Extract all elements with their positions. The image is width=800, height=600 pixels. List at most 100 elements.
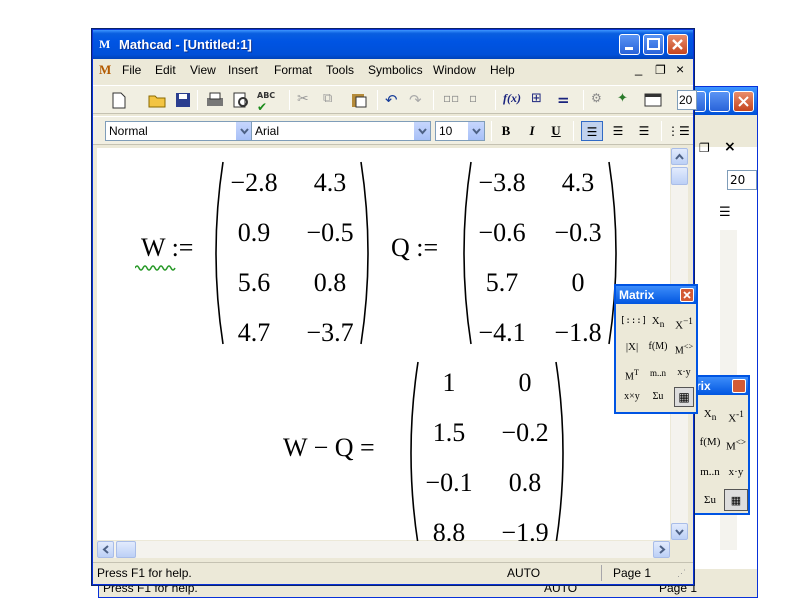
q-cell: −4.1 [478, 318, 526, 347]
close-button[interactable] [667, 34, 688, 55]
mathcad-logo-icon: M [99, 37, 111, 51]
matrix-insert-icon[interactable]: [:::] [620, 310, 647, 332]
resources-icon[interactable]: ✦ [617, 91, 637, 109]
vector-sum-icon[interactable]: Σu [646, 386, 670, 408]
inverse-icon[interactable]: X−1 [672, 310, 696, 332]
transpose-icon[interactable]: MT [620, 362, 644, 384]
maximize-button[interactable] [643, 34, 664, 55]
title-bar[interactable]: M Mathcad - [Untitled:1] [93, 30, 693, 59]
inverse-icon[interactable]: X-1 [724, 403, 748, 425]
menu-tools[interactable]: Tools [326, 63, 354, 77]
background-close-icon[interactable]: × [724, 139, 736, 155]
column-icon[interactable]: M<> [672, 336, 696, 358]
open-folder-icon[interactable] [147, 91, 167, 109]
align-left-icon[interactable]: ☰ [581, 121, 603, 141]
scroll-left-button[interactable] [97, 541, 114, 558]
component-icon[interactable]: ⚙ [591, 91, 611, 109]
menu-file[interactable]: File [122, 63, 141, 77]
chevron-down-icon[interactable] [235, 122, 252, 140]
subscript-icon[interactable]: Xn [698, 403, 722, 425]
picture-icon[interactable]: ▦ [674, 387, 694, 407]
chevron-down-icon[interactable] [467, 122, 484, 140]
menu-insert[interactable]: Insert [228, 63, 258, 77]
menu-view[interactable]: View [190, 63, 216, 77]
q-definition-label: Q := [391, 233, 438, 263]
align-right-icon[interactable]: ☰ [633, 121, 655, 141]
doc-minimize-icon[interactable]: _ [635, 61, 642, 76]
cross-product-icon[interactable]: x×y [620, 386, 644, 408]
align-down-icon[interactable]: ▫ [469, 91, 489, 109]
dot-product-icon[interactable]: x·y [672, 362, 696, 384]
vectorize-icon[interactable]: f(M) [646, 336, 670, 358]
redo-icon[interactable]: ↷ [409, 91, 429, 109]
bullets-icon[interactable]: ⋮☰ [667, 121, 690, 141]
scroll-right-button[interactable] [653, 541, 670, 558]
matrix-palette-title: Matrix [619, 288, 655, 302]
background-close-button[interactable] [733, 91, 754, 112]
insert-function-icon[interactable]: f(x) [503, 91, 523, 109]
italic-button[interactable]: I [521, 121, 543, 141]
scroll-thumb[interactable] [671, 167, 688, 185]
align-center-icon[interactable]: ☰ [607, 121, 629, 141]
w-cell: −3.7 [306, 318, 354, 347]
copy-icon[interactable]: ⧉ [323, 91, 343, 109]
minimize-button[interactable] [619, 34, 640, 55]
subscript-icon[interactable]: Xn [646, 310, 670, 332]
size-select[interactable]: 10 [435, 121, 485, 141]
undo-icon[interactable]: ↶ [385, 91, 405, 109]
spell-check-icon[interactable]: ABC ✔ [257, 91, 277, 114]
doc-restore-icon[interactable]: ❐ [655, 63, 666, 77]
underline-button[interactable]: U [545, 121, 567, 141]
style-select[interactable]: Normal [105, 121, 253, 141]
scroll-up-button[interactable] [671, 148, 688, 165]
background-zoom-combo[interactable]: 20 [727, 170, 757, 190]
calculate-icon[interactable]: = [557, 91, 577, 109]
range-icon[interactable]: m..n [646, 362, 670, 384]
w-cell: −0.5 [306, 218, 354, 247]
save-icon[interactable] [173, 91, 193, 109]
column-icon[interactable]: M<> [724, 431, 748, 453]
doc-close-icon[interactable]: × [676, 61, 684, 77]
scroll-down-button[interactable] [671, 523, 688, 540]
menu-edit[interactable]: Edit [155, 63, 176, 77]
background-palette-close-button[interactable] [732, 379, 746, 393]
dot-product-icon[interactable]: x·y [724, 461, 748, 483]
menu-symbolics[interactable]: Symbolics [368, 63, 423, 77]
difference-cell: 0 [518, 368, 532, 397]
w-cell: 4.7 [237, 318, 271, 347]
menu-help[interactable]: Help [490, 63, 515, 77]
range-icon[interactable]: m..n [698, 461, 722, 483]
vectorize-icon[interactable]: f(M) [698, 431, 722, 453]
menu-window[interactable]: Window [433, 63, 476, 77]
paste-icon[interactable] [349, 91, 369, 109]
picture-icon[interactable]: ▦ [724, 489, 748, 511]
zoom-combo[interactable]: 20 [677, 90, 697, 110]
vector-sum-icon[interactable]: Σu [698, 489, 722, 511]
print-icon[interactable] [205, 91, 225, 109]
new-document-icon[interactable] [109, 91, 129, 109]
bold-button[interactable]: B [495, 121, 517, 141]
font-select[interactable]: Arial [251, 121, 431, 141]
difference-text: W − Q = [283, 433, 375, 462]
print-preview-icon[interactable] [231, 91, 251, 109]
font-value: Arial [255, 124, 280, 138]
align-across-icon[interactable]: ▫▫ [443, 91, 463, 109]
matrix-palette-close-button[interactable] [680, 288, 694, 302]
worksheet[interactable]: W := −2.8 4.3 0.9 −0.5 5.6 0.8 4.7 −3.7 … [97, 148, 670, 547]
background-list-icon[interactable]: ☰ [719, 205, 739, 221]
cut-icon[interactable]: ✂ [297, 91, 317, 109]
window-icon[interactable] [643, 91, 663, 109]
horizontal-scroll-thumb[interactable] [116, 541, 136, 558]
document-icon[interactable]: M [99, 62, 115, 78]
menu-format[interactable]: Format [274, 63, 312, 77]
horizontal-scrollbar[interactable] [97, 541, 670, 558]
background-maximize-button[interactable] [709, 91, 730, 112]
resize-grip-icon[interactable]: ⋰ [677, 568, 686, 579]
chevron-down-icon[interactable] [413, 122, 430, 140]
determinant-icon[interactable]: |X| [620, 336, 644, 358]
w-cell: −2.8 [230, 168, 278, 197]
background-restore-icon[interactable]: ❐ [699, 141, 715, 157]
matrix-palette-titlebar[interactable]: Matrix [616, 286, 696, 304]
insert-unit-icon[interactable]: ⊞ [531, 91, 551, 109]
spell-underline [135, 265, 176, 271]
